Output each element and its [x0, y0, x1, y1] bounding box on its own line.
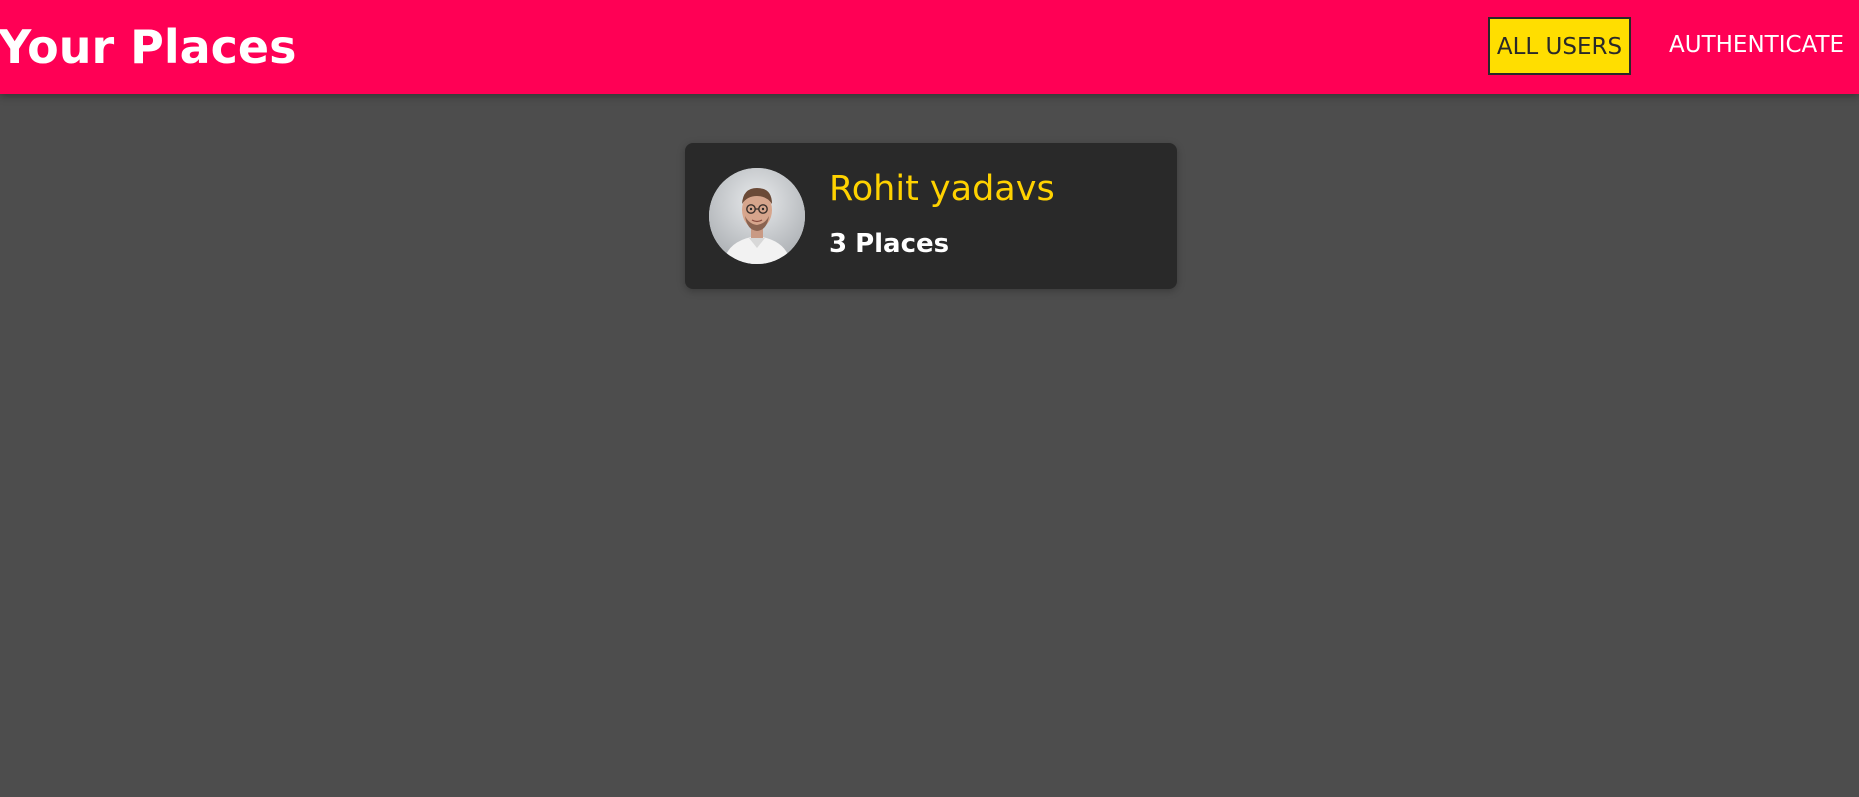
place-count-number: 3 — [829, 229, 848, 259]
user-avatar — [709, 168, 805, 264]
user-name: Rohit yadavs — [829, 169, 1055, 209]
place-count-label: Places — [855, 229, 950, 259]
nav-authenticate-link[interactable]: AUTHENTICATE — [1669, 17, 1849, 75]
app-title[interactable]: Your Places — [0, 18, 297, 76]
place-count: 3 Places — [829, 228, 949, 260]
user-card[interactable]: Rohit yadavs 3 Places — [685, 143, 1177, 289]
user-portrait-icon — [709, 168, 805, 264]
nav-all-users-link[interactable]: ALL USERS — [1488, 17, 1631, 75]
main-header: Your Places ALL USERS AUTHENTICATE — [0, 0, 1859, 94]
